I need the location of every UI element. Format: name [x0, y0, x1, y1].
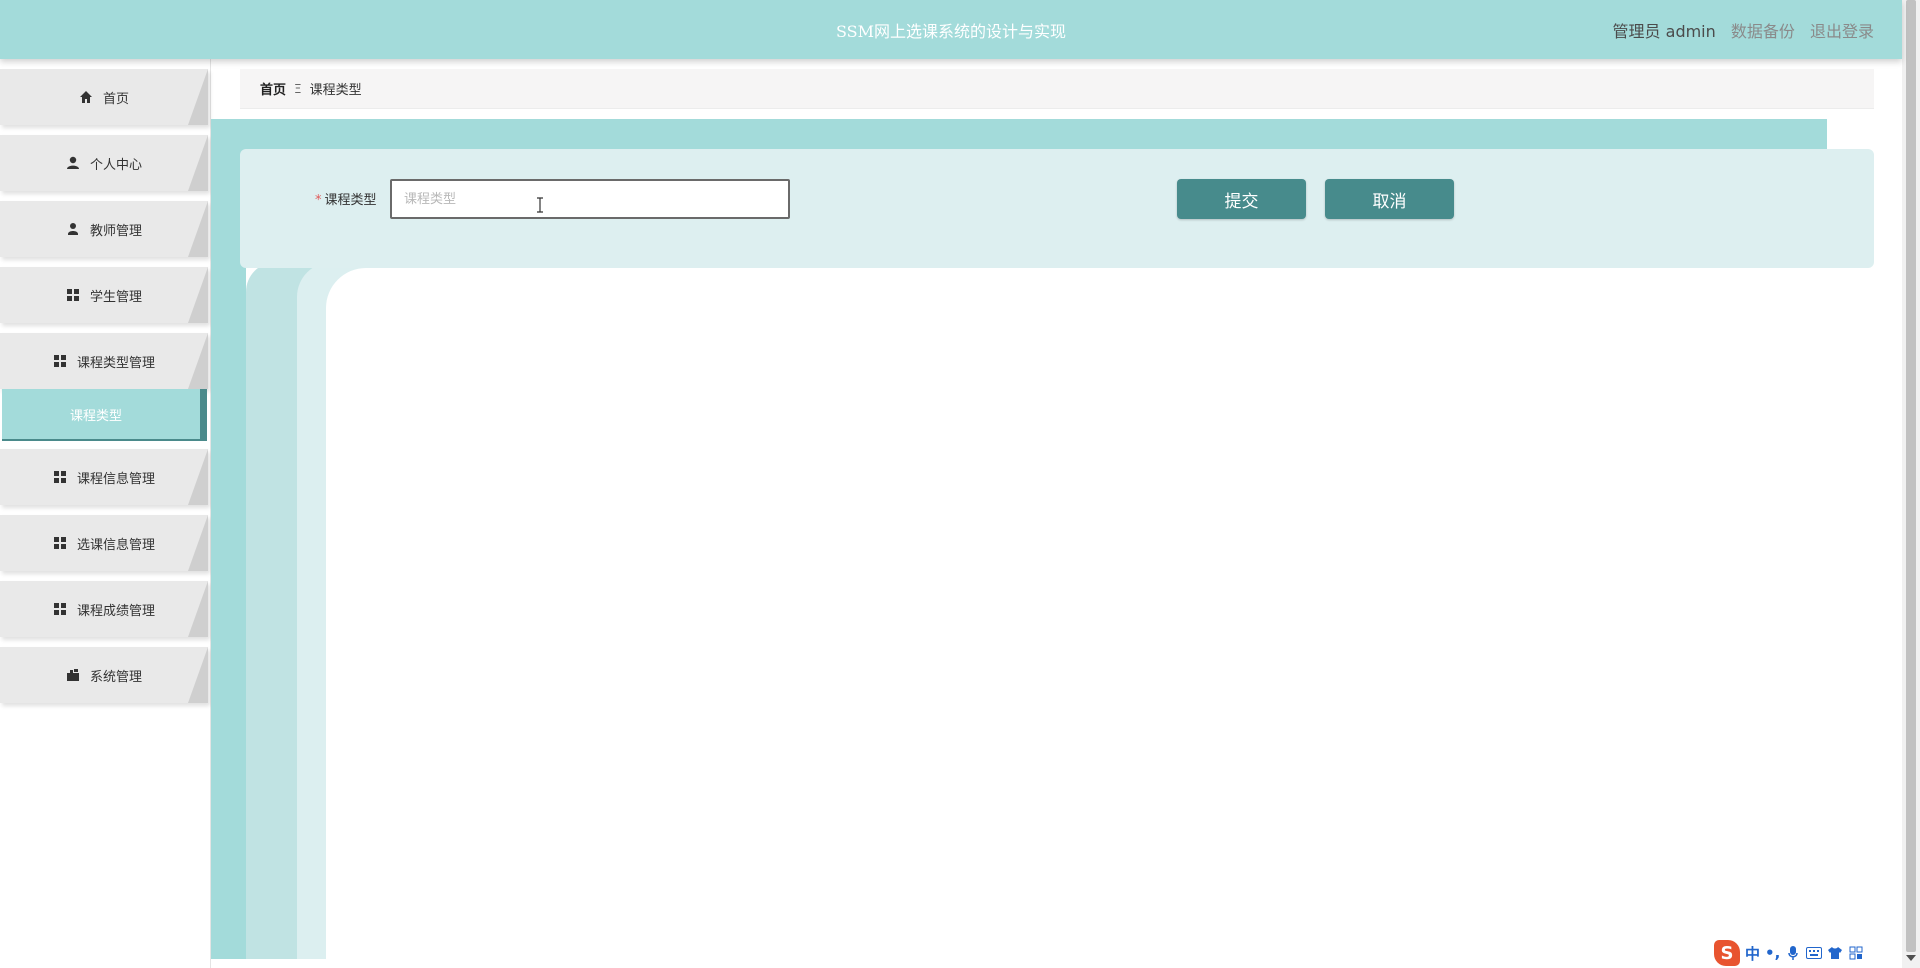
sidebar-item-grades[interactable]: 课程成绩管理	[0, 581, 208, 637]
sidebar-item-teachers[interactable]: 教师管理	[0, 201, 208, 257]
ime-menu-grid-icon[interactable]	[1848, 945, 1864, 961]
required-mark: *	[315, 193, 322, 208]
teacher-icon	[66, 222, 80, 236]
ime-logo-icon[interactable]: S	[1714, 940, 1740, 966]
content-area	[326, 268, 1876, 968]
sidebar-item-system[interactable]: 系统管理	[0, 647, 208, 703]
backup-link[interactable]: 数据备份	[1731, 22, 1795, 41]
sidebar-item-label: 首页	[102, 91, 129, 107]
sidebar-item-label: 课程类型管理	[76, 355, 155, 371]
sidebar-item-label: 选课信息管理	[76, 537, 155, 553]
course-type-label-text: 课程类型	[324, 193, 377, 208]
sidebar-item-home[interactable]: 首页	[0, 69, 208, 125]
decor-band-top	[211, 119, 1827, 149]
home-icon	[79, 90, 93, 104]
scrollbar-thumb[interactable]	[1906, 0, 1916, 952]
grid-icon	[53, 354, 67, 368]
ime-punctuation-toggle[interactable]: •,	[1765, 944, 1780, 962]
ime-mode-toggle[interactable]: 中	[1745, 943, 1760, 964]
menu-inner: 个人中心	[0, 135, 208, 191]
text-cursor-icon	[537, 197, 543, 213]
sidebar-item-label: 系统管理	[89, 669, 142, 685]
sidebar-item-label: 教师管理	[89, 223, 142, 239]
grid-icon	[53, 536, 67, 550]
header-user-area: 管理员 admin 数据备份 退出登录	[1613, 18, 1874, 42]
submit-button[interactable]: 提交	[1177, 179, 1306, 219]
settings-icon	[66, 668, 80, 682]
menu-inner: 课程信息管理	[0, 449, 208, 505]
course-type-input[interactable]	[390, 179, 790, 219]
menu-inner: 选课信息管理	[0, 515, 208, 571]
sidebar-item-students[interactable]: 学生管理	[0, 267, 208, 323]
course-type-label: * 课程类型	[315, 189, 377, 208]
microphone-icon[interactable]	[1785, 945, 1801, 961]
breadcrumb-home[interactable]: 首页	[260, 79, 286, 98]
ime-toolbar: S 中 •,	[1711, 938, 1894, 968]
sidebar-item-course-types[interactable]: 课程类型管理	[0, 333, 208, 389]
menu-inner: 系统管理	[0, 647, 208, 703]
sidebar-item-selection-info[interactable]: 选课信息管理	[0, 515, 208, 571]
grid-icon	[66, 288, 80, 302]
logout-link[interactable]: 退出登录	[1810, 22, 1874, 41]
user-label: 管理员 admin	[1612, 22, 1716, 41]
sidebar-subitem-course-type[interactable]: 课程类型	[2, 389, 207, 441]
menu-inner: 课程类型管理	[0, 333, 208, 389]
menu-inner: 课程成绩管理	[0, 581, 208, 637]
sidebar-item-label: 学生管理	[89, 289, 142, 305]
skin-shirt-icon[interactable]	[1827, 945, 1843, 961]
sidebar-item-label: 课程信息管理	[76, 471, 155, 487]
sidebar-item-label: 课程成绩管理	[76, 603, 155, 619]
grid-icon	[53, 470, 67, 484]
keyboard-icon[interactable]	[1806, 945, 1823, 961]
scroll-down-arrow-icon[interactable]	[1906, 955, 1916, 961]
menu-inner: 首页	[0, 69, 208, 125]
menu-inner: 学生管理	[0, 267, 208, 323]
breadcrumb: 首页 Ξ 课程类型	[240, 69, 1874, 109]
breadcrumb-separator-icon: Ξ	[294, 81, 302, 96]
page-scrollbar[interactable]	[1902, 0, 1920, 968]
top-header: SSM网上选课系统的设计与实现 管理员 admin 数据备份 退出登录	[0, 0, 1902, 59]
breadcrumb-current: 课程类型	[309, 83, 362, 98]
menu-inner: 教师管理	[0, 201, 208, 257]
user-icon	[66, 156, 80, 170]
sidebar-item-label: 个人中心	[89, 157, 142, 173]
cancel-button[interactable]: 取消	[1325, 179, 1454, 219]
sidebar-item-course-info[interactable]: 课程信息管理	[0, 449, 208, 505]
grid-icon	[53, 602, 67, 616]
sidebar-item-profile[interactable]: 个人中心	[0, 135, 208, 191]
